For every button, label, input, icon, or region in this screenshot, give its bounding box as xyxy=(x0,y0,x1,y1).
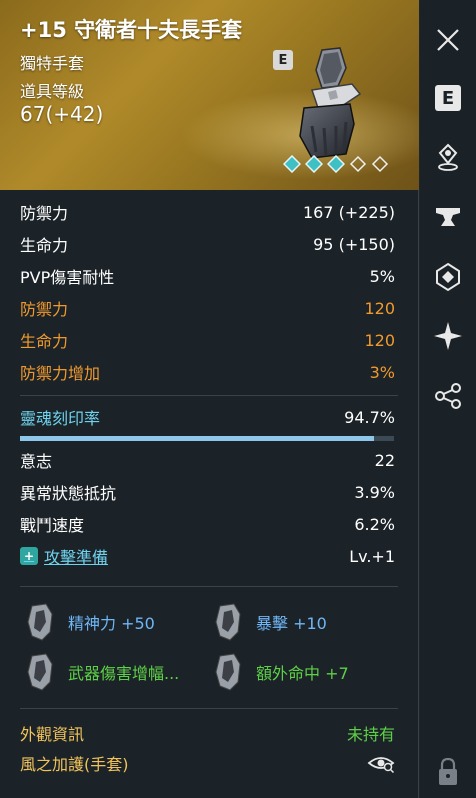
stat-row-hp: 生命力 95 (+150) xyxy=(20,230,395,258)
stat-value: 6.2% xyxy=(354,514,395,534)
stat-value: 120 xyxy=(364,330,395,350)
skill-level: Lv.+1 xyxy=(349,546,395,566)
bonus-text: 精神力 +50 xyxy=(68,614,155,633)
soul-engraving-row: 靈魂刻印率 94.7% xyxy=(20,403,395,431)
stat-label: 生命力 xyxy=(20,332,69,351)
stat-value: 5% xyxy=(369,266,395,286)
close-button[interactable] xyxy=(428,20,468,60)
anvil-icon xyxy=(436,208,460,226)
anvil-button[interactable] xyxy=(428,197,468,237)
bonus-glove-icon xyxy=(27,653,53,691)
gem-filled-icon xyxy=(327,155,345,173)
soul-stat-row-status-resist: 異常狀態抵抗 3.9% xyxy=(20,478,395,506)
item-rarity: 獨特手套 xyxy=(20,54,85,73)
close-icon xyxy=(437,29,459,51)
glove-item-icon xyxy=(299,47,362,159)
item-level-label: 道具等級 xyxy=(20,82,85,101)
item-header: +15 守衛者十夫長手套 獨特手套 道具等級 67(+42) E xyxy=(0,0,419,190)
bonus-item: 精神力 +50 xyxy=(22,602,155,642)
preview-eye-icon[interactable] xyxy=(367,753,395,773)
appearance-status: 未持有 xyxy=(346,725,395,744)
stat-row-bonus-defense: 防禦力 120 xyxy=(20,294,395,322)
bonus-glove-icon xyxy=(215,653,241,691)
bonus-glove-icon xyxy=(215,603,241,641)
stat-label: 防禦力增加 xyxy=(20,364,101,383)
stat-value: 3.9% xyxy=(354,482,395,502)
crystal-icon xyxy=(436,262,460,292)
soul-stat-row-will: 意志 22 xyxy=(20,446,395,474)
divider xyxy=(20,395,398,396)
stat-row-defense: 防禦力 167 (+225) xyxy=(20,198,395,226)
divider xyxy=(20,708,398,709)
appearance-row: 外觀資訊 未持有 xyxy=(20,720,395,746)
gem-filled-icon xyxy=(283,155,301,173)
bonus-text: 暴擊 +10 xyxy=(256,614,327,633)
stat-label: 防禦力 xyxy=(20,204,69,223)
soul-engraving-label: 靈魂刻印率 xyxy=(20,409,101,428)
skill-book-icon: + xyxy=(20,547,38,565)
stat-row-defense-increase: 防禦力增加 3% xyxy=(20,358,395,386)
stat-value: 22 xyxy=(374,450,395,470)
bonus-glove-icon xyxy=(27,603,53,641)
gem-empty-icon xyxy=(371,155,389,173)
gem-empty-icon xyxy=(349,155,367,173)
appearance-label: 外觀資訊 xyxy=(20,725,85,744)
spark-icon xyxy=(434,322,462,350)
stat-value: 3% xyxy=(369,362,395,382)
soul-engraving-value: 94.7% xyxy=(344,407,395,427)
skill-row: + 攻擊準備 Lv.+1 xyxy=(20,542,395,570)
stat-label: 生命力 xyxy=(20,236,69,255)
bonus-item: 武器傷害增幅... xyxy=(22,652,179,692)
item-tooltip-panel: +15 守衛者十夫長手套 獨特手套 道具等級 67(+42) E 防禦力 167… xyxy=(0,0,419,798)
stat-label: PVP傷害耐性 xyxy=(20,268,115,287)
lock-button[interactable] xyxy=(428,752,468,792)
item-level-value: 67(+42) xyxy=(20,102,104,126)
soul-stat-row-combat-speed: 戰鬥速度 6.2% xyxy=(20,510,395,538)
stat-label: 意志 xyxy=(20,452,53,471)
bonus-item: 額外命中 +7 xyxy=(210,652,349,692)
appearance-name: 風之加護(手套) xyxy=(20,755,129,774)
stat-value: 120 xyxy=(364,298,395,318)
location-button[interactable] xyxy=(428,137,468,177)
skill-name: 攻擊準備 xyxy=(44,548,109,567)
bonus-text: 武器傷害增幅... xyxy=(68,664,180,683)
enchant-button[interactable]: E xyxy=(428,78,468,118)
item-title: +15 守衛者十夫長手套 xyxy=(20,18,243,42)
stat-row-bonus-hp: 生命力 120 xyxy=(20,326,395,354)
bonus-item: 暴擊 +10 xyxy=(210,602,327,642)
stat-label: 防禦力 xyxy=(20,300,69,319)
appearance-name-row: 風之加護(手套) xyxy=(20,750,395,776)
stat-value: 95 (+150) xyxy=(313,234,395,254)
soul-engraving-bar-fill xyxy=(20,436,375,441)
gem-slots xyxy=(283,155,389,173)
spark-button[interactable] xyxy=(428,316,468,356)
divider xyxy=(20,586,398,587)
lock-icon xyxy=(439,757,457,785)
tooltip-toolbar: E xyxy=(420,0,476,798)
stat-value: 167 (+225) xyxy=(302,202,395,222)
share-button[interactable] xyxy=(428,376,468,416)
soul-engraving-bar xyxy=(20,436,394,441)
stat-row-pvp-resist: PVP傷害耐性 5% xyxy=(20,262,395,290)
skill-link[interactable]: + 攻擊準備 xyxy=(20,544,108,568)
stat-label: 戰鬥速度 xyxy=(20,516,85,535)
gem-filled-icon xyxy=(305,155,323,173)
crystal-button[interactable] xyxy=(428,257,468,297)
bonus-text: 額外命中 +7 xyxy=(256,664,349,683)
enchant-letter-icon: E xyxy=(435,85,461,111)
map-pin-icon xyxy=(438,143,458,171)
stat-label: 異常狀態抵抗 xyxy=(20,484,117,503)
share-icon xyxy=(435,383,461,409)
